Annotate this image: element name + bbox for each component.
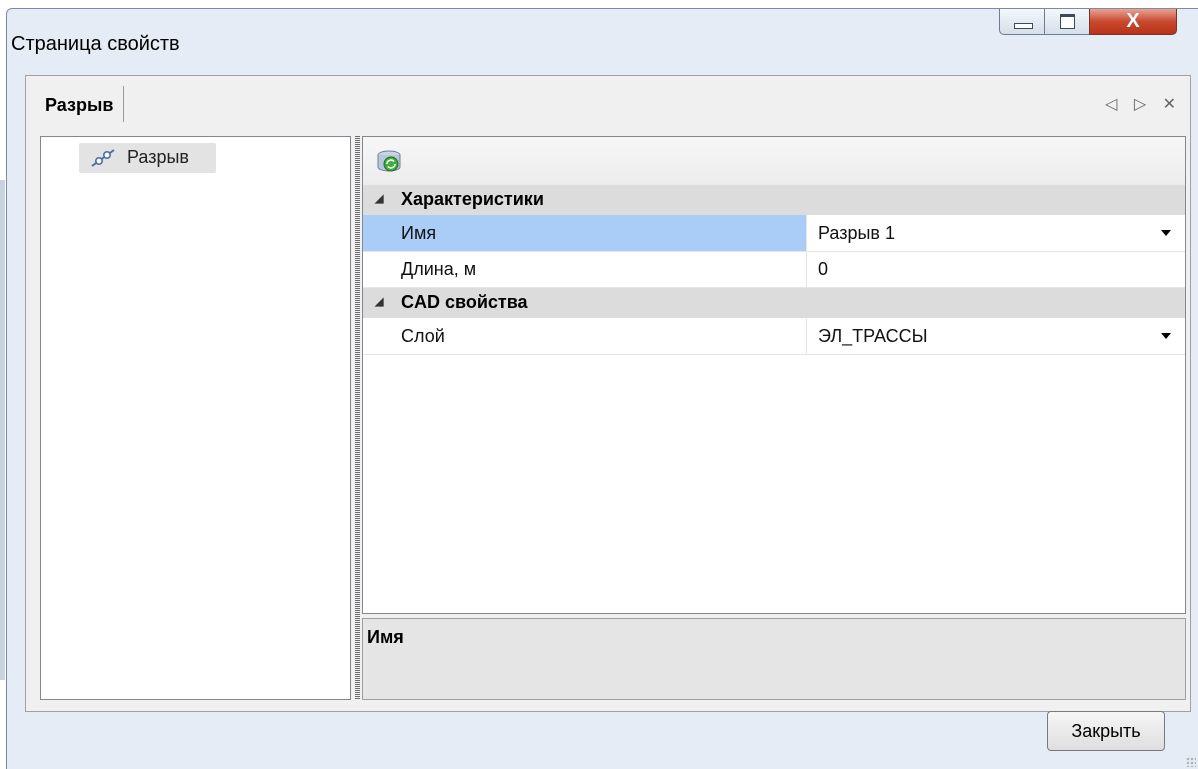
property-name: Имя [363, 215, 807, 251]
property-row-layer[interactable]: Слой ЭЛ_ТРАССЫ [363, 318, 1185, 355]
property-name: Длина, м [363, 251, 807, 287]
tab-break[interactable]: Разрыв [35, 86, 125, 122]
collapse-arrow-icon[interactable]: ◢ [375, 295, 383, 308]
close-button[interactable]: Закрыть [1047, 711, 1165, 751]
tree-item-label: Разрыв [127, 147, 189, 167]
property-name: Слой [363, 318, 807, 354]
resize-grip-icon[interactable] [1186, 757, 1196, 767]
dropdown-arrow-icon[interactable] [1161, 333, 1171, 339]
maximize-icon [1060, 14, 1075, 29]
category-characteristics[interactable]: ◢ Характеристики [363, 185, 1185, 215]
object-tree[interactable]: Разрыв [40, 136, 351, 700]
property-grid: ◢ Характеристики Имя Разрыв 1 Длина, м 0… [362, 136, 1186, 614]
refresh-icon[interactable] [375, 149, 403, 175]
category-label: CAD свойства [401, 292, 528, 312]
property-row-length[interactable]: Длина, м 0 [363, 251, 1185, 288]
property-value: 0 [818, 259, 829, 279]
category-cad-properties[interactable]: ◢ CAD свойства [363, 288, 1185, 318]
caption-buttons: X [997, 9, 1189, 39]
tree-item-break[interactable]: Разрыв [79, 143, 216, 173]
description-panel: Имя [362, 618, 1186, 700]
close-icon: X [1126, 10, 1140, 32]
collapse-arrow-icon[interactable]: ◢ [375, 192, 383, 205]
property-value-input[interactable]: 0 [808, 251, 1185, 287]
property-value-dropdown[interactable]: ЭЛ_ТРАССЫ [808, 318, 1185, 354]
minimize-icon [1014, 23, 1033, 29]
category-label: Характеристики [401, 189, 544, 209]
dropdown-arrow-icon[interactable] [1161, 230, 1171, 236]
break-line-icon [89, 147, 117, 175]
maximize-button[interactable] [1044, 9, 1090, 35]
property-row-name[interactable]: Имя Разрыв 1 [363, 215, 1185, 252]
property-value: ЭЛ_ТРАССЫ [818, 326, 928, 346]
property-value: Разрыв 1 [818, 223, 895, 243]
window-title: Страница свойств [11, 33, 180, 55]
close-window-button[interactable]: X [1089, 9, 1177, 35]
panel-splitter[interactable] [355, 136, 360, 700]
background-strip [0, 180, 5, 680]
properties-panel: Разрыв ◁ ▷ ✕ Разрыв ◢ Характеристики Имя… [25, 75, 1191, 712]
property-dialog: Страница свойств X Разрыв ◁ ▷ ✕ Разрыв ◢… [6, 8, 1198, 769]
grid-toolbar [363, 137, 1185, 185]
tab-navigation-icons[interactable]: ◁ ▷ ✕ [1105, 94, 1182, 114]
description-title: Имя [367, 627, 404, 647]
minimize-button[interactable] [999, 9, 1045, 35]
property-value-dropdown[interactable]: Разрыв 1 [808, 215, 1185, 251]
